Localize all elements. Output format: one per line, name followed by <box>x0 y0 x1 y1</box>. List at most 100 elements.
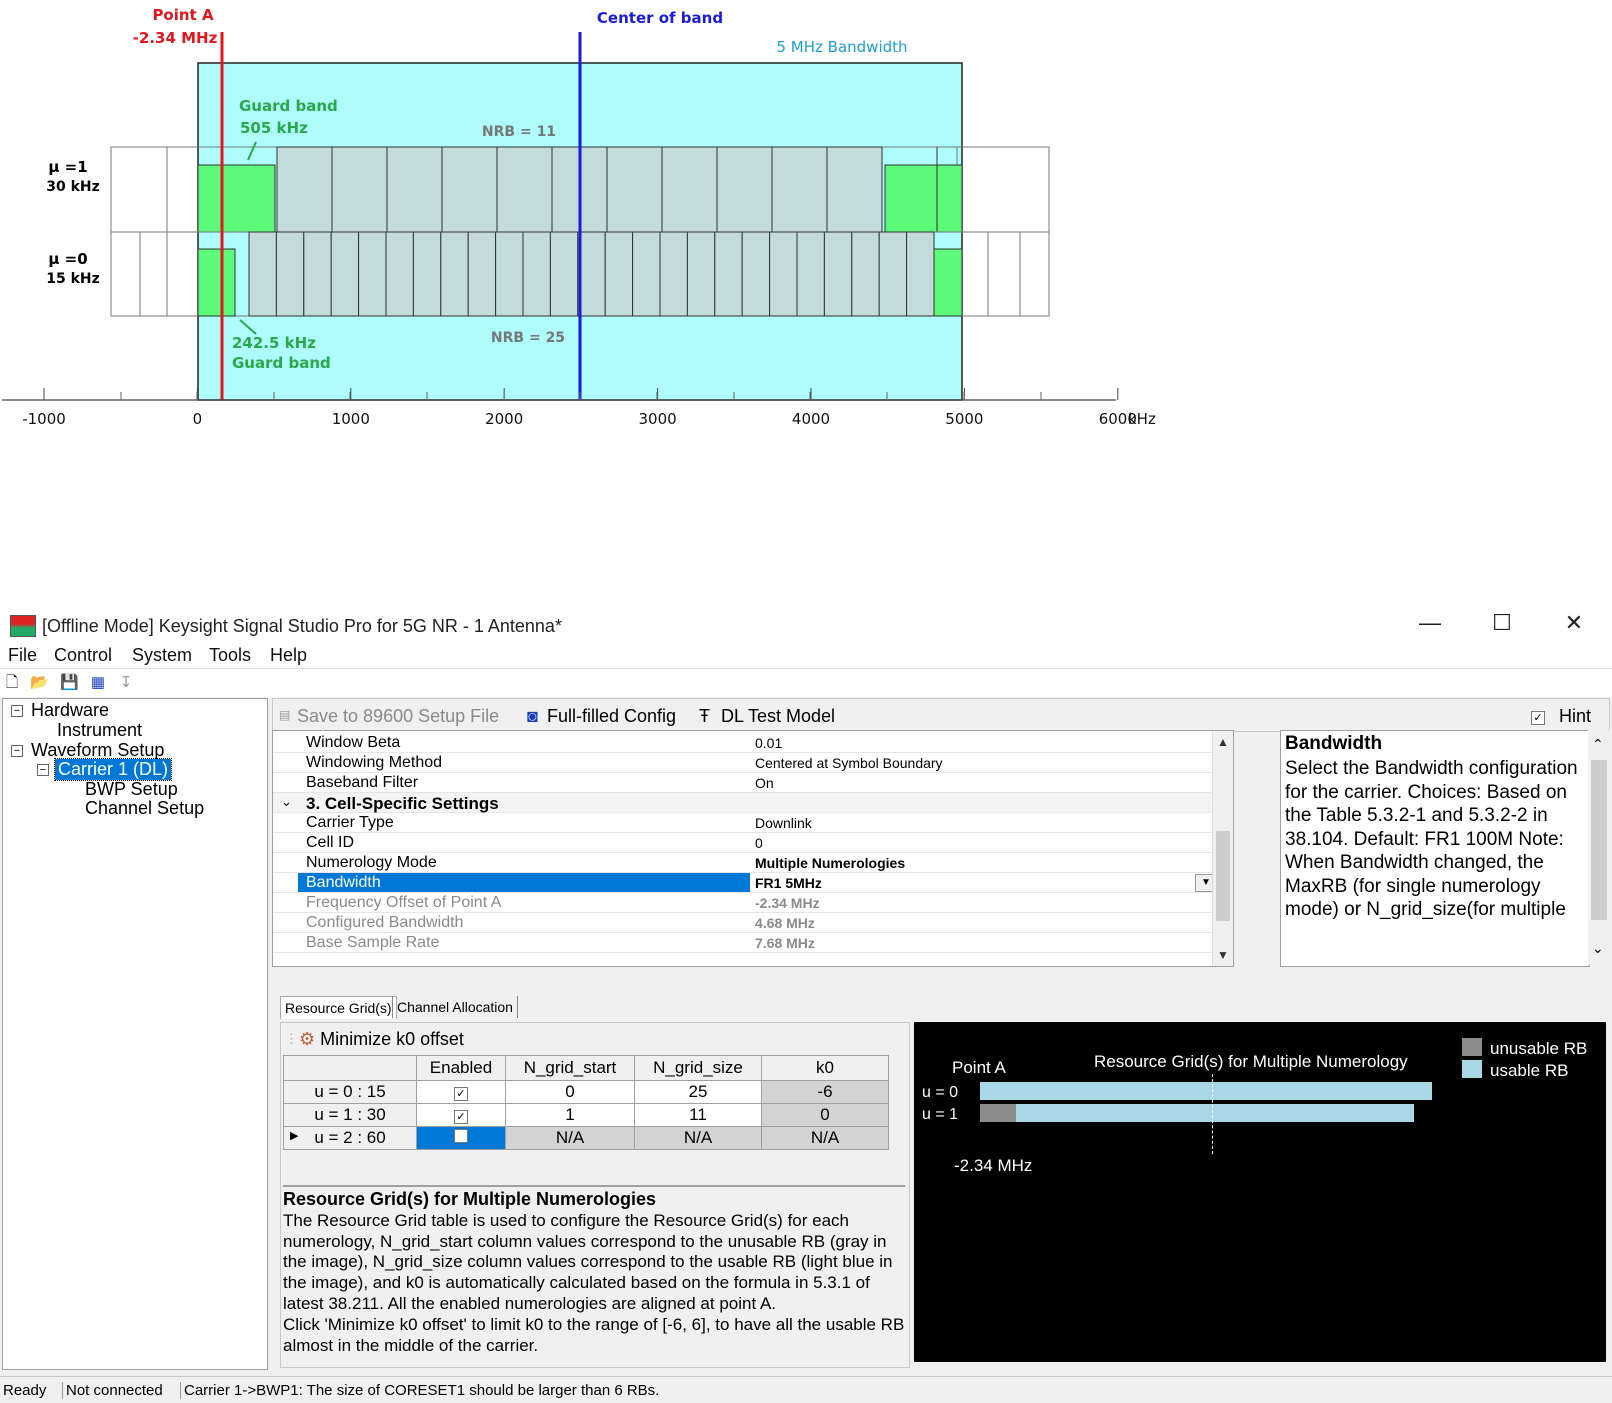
scroll-thumb[interactable] <box>1216 831 1230 921</box>
legend-unusable-swatch <box>1462 1038 1482 1056</box>
tree-instrument[interactable]: Instrument <box>57 720 142 741</box>
collapse-carrier-icon[interactable]: − <box>37 764 49 776</box>
tree-channel-setup[interactable]: Channel Setup <box>85 798 204 819</box>
mu1-rb-cell <box>441 146 498 233</box>
prop-value[interactable]: Multiple Numerologies <box>755 855 905 871</box>
unusable-rb-bar-u1 <box>980 1104 1016 1122</box>
enabled-checkbox[interactable]: ✓ <box>416 1103 506 1127</box>
usable-rb-bar-u1 <box>1016 1104 1414 1122</box>
minimize-button[interactable]: — <box>1408 608 1452 638</box>
row-pointer-icon: ▶ <box>290 1130 299 1142</box>
row-label: ▶ u = 2 : 60 <box>283 1126 417 1150</box>
section-cell-specific[interactable]: ⌄ 3. Cell-Specific Settings <box>273 793 1219 813</box>
axis-tick-label: 0 <box>193 410 203 428</box>
tree-carrier-1[interactable]: Carrier 1 (DL) <box>53 758 173 781</box>
properties-scrollbar[interactable]: ▲ ▼ <box>1212 731 1233 966</box>
mu0-rb-cell <box>549 231 579 317</box>
prop-value: -2.34 MHz <box>755 895 820 911</box>
table-row[interactable]: u = 1 : 30 ✓ 1 11 0 <box>283 1103 889 1127</box>
fullfilled-icon: ◙ <box>527 706 538 726</box>
mu0-rb-cell <box>878 231 908 317</box>
prop-value[interactable]: On <box>755 775 774 791</box>
maximize-button[interactable]: ☐ <box>1480 608 1524 638</box>
scroll-up-icon[interactable]: ⌃ <box>1592 736 1604 753</box>
mu1-rb-cell <box>826 146 883 233</box>
chevron-down-icon[interactable]: ⌄ <box>281 794 292 810</box>
k0-cell: -6 <box>761 1080 889 1104</box>
save-89600-button[interactable]: Save to 89600 Setup File <box>297 706 499 727</box>
hint-scrollbar[interactable]: ⌃ ⌄ <box>1588 730 1610 965</box>
prop-value[interactable]: 0 <box>755 835 763 851</box>
mu1-guard-left <box>197 164 276 233</box>
config-icon[interactable]: ▦ <box>90 674 106 692</box>
guard-top-value: 505 kHz <box>240 119 308 137</box>
mu0-rb-cell <box>495 231 524 317</box>
bandwidth-select[interactable]: FR1 5MHz <box>755 875 822 891</box>
prop-row[interactable]: Windowing Method Centered at Symbol Bound… <box>273 753 1219 773</box>
n-grid-size-cell[interactable]: 25 <box>634 1080 762 1104</box>
mu1-rb-cell <box>771 146 828 233</box>
scroll-down-icon[interactable]: ▼ <box>1213 946 1233 964</box>
prop-name: Carrier Type <box>306 814 394 831</box>
mu0-rb-cell <box>686 231 716 317</box>
scroll-up-icon[interactable]: ▲ <box>1213 733 1233 751</box>
row-label: u = 0 : 15 <box>283 1080 417 1104</box>
download-icon[interactable]: ↧ <box>118 674 134 692</box>
dl-test-model-button[interactable]: DL Test Model <box>721 706 835 727</box>
menu-tools[interactable]: Tools <box>209 645 251 666</box>
tree-waveform-setup[interactable]: Waveform Setup <box>31 740 164 761</box>
prop-row[interactable]: Carrier Type Downlink <box>273 813 1219 833</box>
prop-row: Base Sample Rate 7.68 MHz <box>273 933 1219 953</box>
tree-hardware[interactable]: Hardware <box>31 700 109 721</box>
close-button[interactable]: ✕ <box>1552 608 1596 638</box>
tree-bwp-setup[interactable]: BWP Setup <box>85 779 178 800</box>
scroll-thumb[interactable] <box>1591 760 1607 920</box>
tab-channel-allocation[interactable]: Channel Allocation <box>392 996 518 1018</box>
prop-row[interactable]: Window Beta 0.01 <box>273 733 1219 753</box>
save-icon[interactable]: 💾 <box>60 674 79 692</box>
n-grid-start-cell[interactable]: 0 <box>505 1080 635 1104</box>
collapse-waveform-icon[interactable]: − <box>11 745 23 757</box>
minimize-k0-label: Minimize k0 offset <box>320 1029 464 1049</box>
menu-control[interactable]: Control <box>54 645 112 666</box>
status-connection: Not connected <box>62 1382 163 1399</box>
mu0-rb-cell <box>659 231 688 317</box>
prop-row[interactable]: Baseband Filter On <box>273 773 1219 793</box>
table-row[interactable]: ▶ u = 2 : 60 N/A N/A N/A <box>283 1126 889 1150</box>
prop-row[interactable]: Numerology Mode Multiple Numerologies <box>273 853 1219 873</box>
hint-checkbox[interactable]: ✓ <box>1531 705 1545 726</box>
n-grid-start-cell: N/A <box>505 1126 635 1150</box>
window-title: [Offline Mode] Keysight Signal Studio Pr… <box>42 616 562 636</box>
prop-row-bandwidth[interactable]: Bandwidth FR1 5MHz ▼ <box>273 873 1219 893</box>
table-row[interactable]: u = 0 : 15 ✓ 0 25 -6 <box>283 1080 889 1104</box>
mu0-label: μ =0 <box>48 250 87 268</box>
table-corner <box>283 1055 417 1081</box>
fullfilled-config-button[interactable]: Full-filled Config <box>547 706 676 727</box>
k0-cell: 0 <box>761 1103 889 1127</box>
new-file-icon[interactable]: 🗋 <box>4 674 20 692</box>
n-grid-start-cell[interactable]: 1 <box>505 1103 635 1127</box>
prop-value[interactable]: 0.01 <box>755 735 782 751</box>
menu-system[interactable]: System <box>132 645 192 666</box>
prop-row: Configured Bandwidth 4.68 MHz <box>273 913 1219 933</box>
menu-help[interactable]: Help <box>270 645 307 666</box>
prop-value[interactable]: Downlink <box>755 815 812 831</box>
tab-resource-grids[interactable]: Resource Grid(s) <box>280 996 397 1019</box>
mu1-rb-cell <box>496 146 553 233</box>
scroll-down-icon[interactable]: ⌄ <box>1592 940 1604 957</box>
menu-file[interactable]: File <box>8 645 37 666</box>
nrb-bottom-label: NRB = 25 <box>491 330 565 346</box>
status-bar: Ready Not connected Carrier 1->BWP1: The… <box>0 1376 1612 1403</box>
mu0-scs: 15 kHz <box>46 271 100 287</box>
mu0-rb-cell <box>741 231 771 317</box>
minimize-k0-button[interactable]: ⚙ Minimize k0 offset <box>299 1029 464 1050</box>
prop-row[interactable]: Cell ID 0 <box>273 833 1219 853</box>
row-label: u = 1 : 30 <box>283 1103 417 1127</box>
open-folder-icon[interactable]: 📂 <box>30 674 49 692</box>
enabled-checkbox[interactable]: ✓ <box>416 1080 506 1104</box>
chart-freq-label: -2.34 MHz <box>954 1156 1033 1175</box>
enabled-checkbox[interactable] <box>416 1126 506 1150</box>
prop-value[interactable]: Centered at Symbol Boundary <box>755 755 943 771</box>
collapse-hardware-icon[interactable]: − <box>11 705 23 717</box>
n-grid-size-cell[interactable]: 11 <box>634 1103 762 1127</box>
